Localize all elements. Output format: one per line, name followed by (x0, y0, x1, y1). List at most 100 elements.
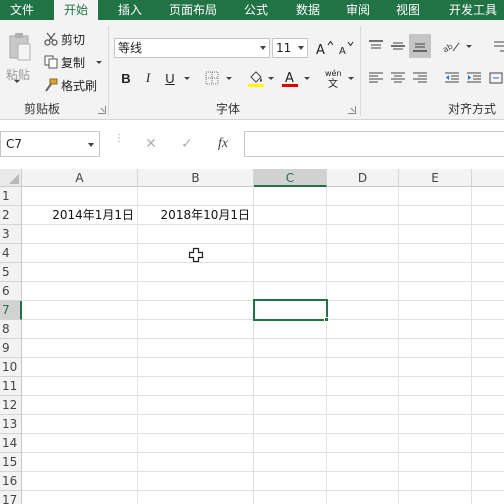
row-header-13[interactable]: 13 (0, 415, 22, 434)
row-header-10[interactable]: 10 (0, 358, 22, 377)
group-separator (360, 26, 361, 116)
row-header-1[interactable]: 1 (0, 187, 22, 206)
column-header-a[interactable]: A (22, 169, 138, 187)
font-launcher-icon[interactable] (348, 106, 356, 114)
align-center-button[interactable] (388, 68, 408, 88)
column-header-d[interactable]: D (327, 169, 399, 187)
align-left-button[interactable] (366, 68, 386, 88)
font-name-dropdown[interactable]: 等线 (114, 38, 270, 58)
column-header-e[interactable]: E (399, 169, 472, 187)
align-bottom-button[interactable] (409, 34, 431, 58)
italic-button[interactable]: I (138, 68, 158, 88)
insert-function-button[interactable]: fx (208, 131, 238, 157)
align-right-icon (413, 72, 427, 83)
fill-color-button[interactable] (246, 68, 266, 88)
column-header-c[interactable]: C (254, 169, 327, 187)
tab-insert[interactable]: 插入 (108, 0, 152, 20)
align-top-icon (369, 40, 383, 49)
gridline (471, 187, 472, 504)
row-header-17[interactable]: 17 (0, 491, 22, 504)
decrease-indent-icon (445, 72, 459, 83)
align-right-button[interactable] (410, 68, 430, 88)
tab-file[interactable]: 文件 (0, 0, 44, 20)
tab-developer[interactable]: 开发工具 (442, 0, 504, 20)
gridline (22, 395, 504, 396)
active-cell-c7[interactable] (253, 299, 328, 321)
merge-cells-button[interactable] (488, 68, 504, 88)
row-header-14[interactable]: 14 (0, 434, 22, 453)
formula-input[interactable] (244, 131, 504, 157)
orientation-button[interactable]: ab (442, 36, 462, 56)
tab-page-layout[interactable]: 页面布局 (162, 0, 224, 20)
cut-button[interactable]: 剪切 (44, 30, 85, 48)
cancel-entry-button[interactable]: ✕ (136, 131, 166, 157)
paste-button[interactable] (8, 32, 32, 62)
increase-indent-icon (467, 72, 481, 83)
name-box[interactable]: C7 (0, 131, 100, 157)
row-header-4[interactable]: 4 (0, 244, 22, 263)
tab-review[interactable]: 审阅 (336, 0, 380, 20)
row-header-7[interactable]: 7 (0, 301, 22, 320)
underline-dropdown-arrow[interactable] (184, 77, 190, 80)
borders-dropdown-arrow[interactable] (226, 77, 232, 80)
paste-dropdown-arrow[interactable] (14, 80, 20, 83)
gridline (22, 452, 504, 453)
decrease-indent-button[interactable] (442, 68, 462, 88)
font-color-letter: A (285, 71, 294, 86)
gridline (253, 187, 254, 504)
row-header-15[interactable]: 15 (0, 453, 22, 472)
tab-data[interactable]: 数据 (286, 0, 330, 20)
gridline (22, 490, 504, 491)
align-middle-button[interactable] (388, 36, 408, 56)
row-header-9[interactable]: 9 (0, 339, 22, 358)
column-header-f[interactable] (472, 169, 504, 187)
column-header-b[interactable]: B (138, 169, 254, 187)
bold-button[interactable]: B (116, 68, 136, 88)
confirm-entry-button[interactable]: ✓ (172, 131, 202, 157)
cell-a2[interactable]: 2014年1月1日 (22, 206, 137, 225)
border-grid-icon (205, 71, 219, 85)
row-header-3[interactable]: 3 (0, 225, 22, 244)
select-all-button[interactable] (0, 169, 22, 187)
copy-button[interactable]: 复制 (44, 53, 85, 71)
tab-formulas[interactable]: 公式 (234, 0, 278, 20)
shrink-font-icon: A (339, 41, 354, 56)
tab-view[interactable]: 视图 (386, 0, 430, 20)
copy-dropdown-arrow[interactable] (96, 61, 102, 64)
wrap-text-button[interactable] (490, 36, 504, 56)
increase-indent-button[interactable] (464, 68, 484, 88)
row-header-16[interactable]: 16 (0, 472, 22, 491)
fill-color-dropdown-arrow[interactable] (268, 77, 274, 80)
chevron-down-icon (298, 46, 304, 50)
row-header-6[interactable]: 6 (0, 282, 22, 301)
clipboard-launcher-icon[interactable] (98, 106, 106, 114)
spreadsheet-grid[interactable]: A B C D E 1 2 3 4 5 6 7 8 9 10 11 12 13 … (0, 169, 504, 504)
chevron-down-icon (260, 46, 266, 50)
phonetic-guide-button[interactable]: wén 文 (322, 66, 348, 90)
increase-font-size-button[interactable]: A (314, 38, 334, 58)
fill-handle[interactable] (324, 317, 329, 322)
row-header-5[interactable]: 5 (0, 263, 22, 282)
format-painter-button[interactable]: 格式刷 (44, 76, 97, 94)
font-color-dropdown-arrow[interactable] (304, 77, 310, 80)
font-color-button[interactable]: A (280, 68, 300, 88)
paint-bucket-icon (248, 71, 264, 87)
font-size-dropdown[interactable]: 11 (272, 38, 308, 58)
formula-bar-grip-icon[interactable]: ⋮ (114, 134, 124, 151)
row-header-2[interactable]: 2 (0, 206, 22, 225)
row-header-12[interactable]: 12 (0, 396, 22, 415)
align-left-icon (369, 72, 383, 83)
underline-button[interactable]: U (160, 68, 180, 88)
orientation-dropdown-arrow[interactable] (466, 45, 472, 48)
decrease-font-size-button[interactable]: A (336, 38, 356, 58)
row-header-11[interactable]: 11 (0, 377, 22, 396)
tab-home[interactable]: 开始 (54, 0, 98, 20)
row-header-8[interactable]: 8 (0, 320, 22, 339)
phonetic-dropdown-arrow[interactable] (348, 77, 354, 80)
cell-b2[interactable]: 2018年10月1日 (138, 206, 253, 225)
paintbrush-icon (45, 78, 58, 92)
font-name-value: 等线 (118, 41, 143, 55)
align-top-button[interactable] (366, 36, 386, 56)
borders-button[interactable] (202, 68, 222, 88)
chevron-down-icon (88, 143, 94, 147)
